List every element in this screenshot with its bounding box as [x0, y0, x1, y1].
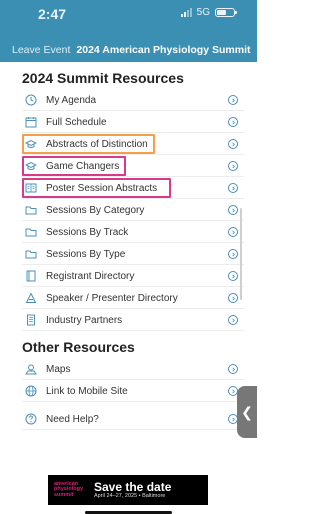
calendar-icon — [24, 115, 38, 129]
section-title-summit: 2024 Summit Resources — [22, 70, 184, 86]
status-time: 2:47 — [38, 6, 67, 22]
folder-icon — [24, 225, 38, 239]
leave-event-link[interactable]: Leave Event — [12, 44, 70, 56]
graduation-cap-icon — [24, 159, 38, 173]
chevron-right-icon — [228, 249, 238, 259]
banner-subtitle: April 24–27, 2025 • Baltimore — [94, 492, 166, 499]
chevron-right-icon — [228, 117, 238, 127]
list-item-maps[interactable]: Maps — [14, 358, 244, 380]
banner-text: Save the date April 24–27, 2025 • Baltim… — [94, 481, 171, 500]
scrollbar-thumb[interactable] — [240, 208, 242, 300]
chevron-right-icon — [228, 293, 238, 303]
list-item-speaker-directory[interactable]: Speaker / Presenter Directory — [14, 287, 244, 309]
list-item-my-agenda[interactable]: My Agenda — [14, 89, 244, 111]
list-item-label: Sessions By Category — [46, 204, 145, 216]
list-item-industry-partners[interactable]: Industry Partners — [14, 309, 244, 331]
list-item-sessions-by-track[interactable]: Sessions By Track — [14, 221, 244, 243]
list-item-label: Need Help? — [46, 413, 99, 425]
list-item-label: Industry Partners — [46, 314, 123, 326]
banner-title: Save the date — [94, 479, 172, 494]
list-item-label: My Agenda — [46, 94, 97, 106]
list-item-need-help[interactable]: Need Help? — [14, 408, 244, 430]
globe-icon — [24, 384, 38, 398]
question-icon — [24, 412, 38, 426]
list-item-label: Link to Mobile Site — [46, 385, 128, 397]
event-title: 2024 American Physiology Summit — [76, 44, 251, 56]
list-item-abstracts-of-distinction[interactable]: Abstracts of Distinction — [14, 133, 244, 155]
list-item-registrant-directory[interactable]: Registrant Directory — [14, 265, 244, 287]
list-item-poster-session-abstracts[interactable]: Poster Session Abstracts — [14, 177, 244, 199]
chevron-right-icon — [228, 205, 238, 215]
network-label: 5G — [196, 7, 210, 18]
side-drawer-tab[interactable]: ❮ — [237, 386, 257, 438]
resources-list: 2024 Summit Resources My Agenda Full Sch… — [14, 62, 244, 474]
list-item-label: Registrant Directory — [46, 270, 135, 282]
list-item-mobile-site[interactable]: Link to Mobile Site — [14, 380, 244, 402]
section-title-other: Other Resources — [22, 339, 135, 355]
list-item-sessions-by-type[interactable]: Sessions By Type — [14, 243, 244, 265]
status-bar: 2:47 5G — [0, 0, 257, 38]
list-item-label: Full Schedule — [46, 116, 107, 128]
chevron-right-icon — [228, 139, 238, 149]
chevron-right-icon — [228, 95, 238, 105]
chevron-right-icon — [228, 271, 238, 281]
graduation-cap-icon — [24, 137, 38, 151]
clock-icon — [24, 93, 38, 107]
list-item-label: Sessions By Track — [46, 226, 129, 238]
footer: american physiology summit Save the date… — [0, 474, 257, 514]
signal-icon — [180, 8, 192, 17]
list-item-label: Game Changers — [46, 160, 120, 172]
chevron-left-icon: ❮ — [241, 403, 253, 420]
save-the-date-banner[interactable]: american physiology summit Save the date… — [48, 475, 208, 505]
list-item-sessions-by-category[interactable]: Sessions By Category — [14, 199, 244, 221]
status-indicators: 5G — [180, 7, 237, 18]
book-icon — [24, 269, 38, 283]
chevron-right-icon — [228, 364, 238, 374]
list-item-label: Abstracts of Distinction — [46, 138, 148, 150]
document-icon — [24, 313, 38, 327]
chevron-right-icon — [228, 183, 238, 193]
speaker-icon — [24, 291, 38, 305]
summit-logo: american physiology summit — [54, 480, 84, 498]
list-item-label: Poster Session Abstracts — [46, 182, 158, 194]
list-item-label: Sessions By Type — [46, 248, 126, 260]
event-bar: Leave Event 2024 American Physiology Sum… — [0, 38, 257, 62]
list-item-label: Maps — [46, 363, 71, 375]
list-item-game-changers[interactable]: Game Changers — [14, 155, 244, 177]
folder-icon — [24, 203, 38, 217]
poster-icon — [24, 181, 38, 195]
folder-icon — [24, 247, 38, 261]
chevron-right-icon — [228, 161, 238, 171]
map-icon — [24, 362, 38, 376]
chevron-right-icon — [228, 315, 238, 325]
chevron-right-icon — [228, 227, 238, 237]
list-item-label: Speaker / Presenter Directory — [46, 292, 178, 304]
list-item-full-schedule[interactable]: Full Schedule — [14, 111, 244, 133]
battery-icon — [215, 8, 237, 17]
app-header: 2:47 5G Leave Event 2024 American Physio… — [0, 0, 257, 62]
